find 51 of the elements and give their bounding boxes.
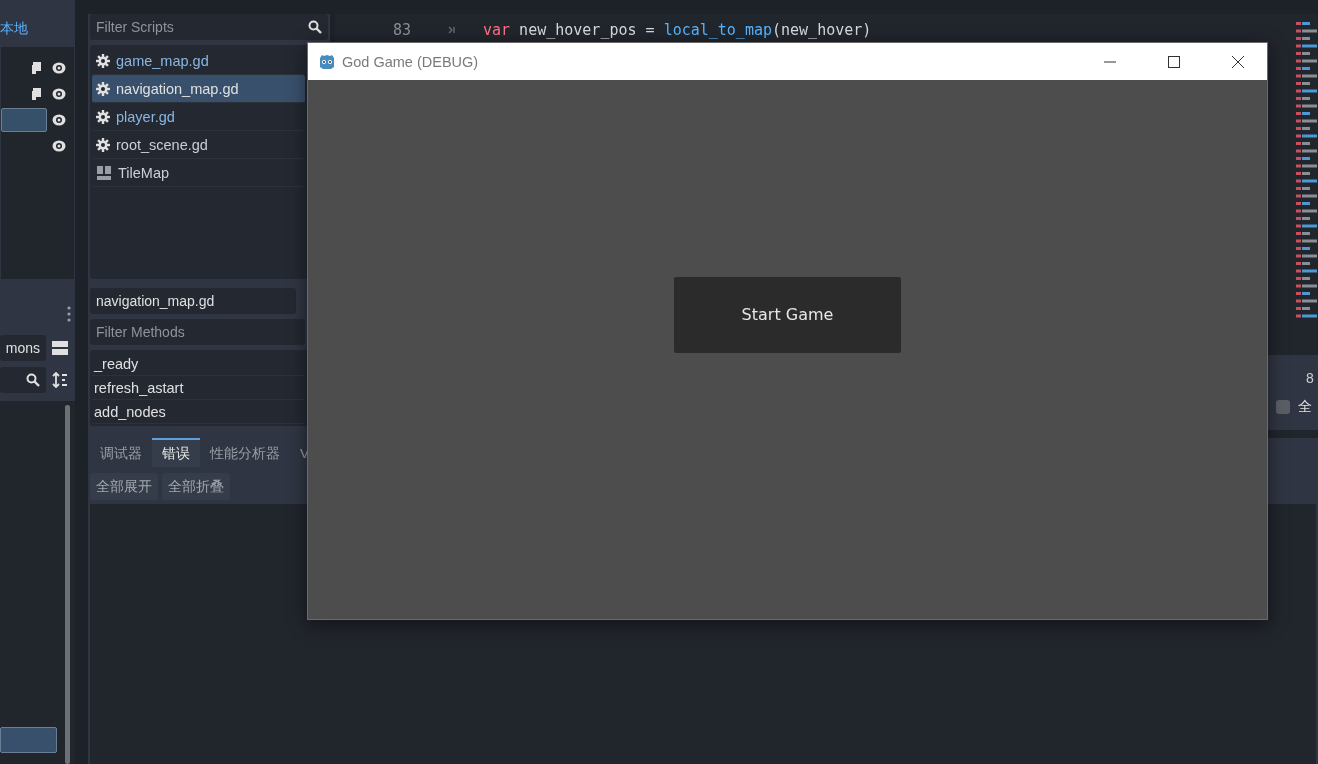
method-list-item[interactable]: add_nodes	[92, 400, 305, 424]
filter-scripts-field[interactable]: Filter Scripts	[90, 14, 328, 40]
maximize-icon	[1168, 55, 1180, 68]
start-game-button[interactable]: Start Game	[674, 276, 901, 353]
script-name: TileMap	[118, 164, 170, 181]
script-name: navigation_map.gd	[116, 80, 239, 97]
fold-arrow-icon	[447, 25, 457, 35]
eye-icon[interactable]	[52, 140, 66, 152]
code-line: var new_hover_pos = local_to_map(new_hover)	[483, 21, 872, 39]
method-list-item[interactable]: _ready	[92, 352, 305, 376]
search-icon[interactable]	[308, 20, 322, 34]
toolbar-button[interactable]: 全部展开	[90, 473, 158, 500]
search-icon[interactable]	[26, 373, 40, 387]
gear-icon	[96, 53, 110, 68]
gear-icon	[96, 137, 110, 152]
close-icon	[1232, 55, 1244, 68]
file-search-field[interactable]	[0, 367, 46, 393]
script-name: player.gd	[116, 108, 175, 125]
script-list-item[interactable]: player.gd	[92, 103, 305, 131]
path-field[interactable]: mons	[0, 335, 46, 361]
scroll-icon[interactable]	[31, 87, 42, 101]
match-count: 8	[1306, 369, 1315, 386]
panel-tab[interactable]: 性能分析器	[200, 438, 290, 467]
local-tab-link[interactable]: 本地	[0, 0, 75, 47]
current-script-field: navigation_map.gd	[90, 288, 296, 314]
gear-icon	[96, 109, 110, 124]
script-list-item[interactable]: navigation_map.gd	[92, 75, 305, 103]
script-name: game_map.gd	[116, 52, 209, 69]
scrollbar[interactable]	[65, 405, 70, 764]
document-icon	[96, 164, 112, 181]
line-number: 83	[391, 21, 411, 39]
script-name: root_scene.gd	[116, 136, 208, 153]
filter-methods-field[interactable]: Filter Methods	[90, 319, 305, 345]
panel-tab[interactable]: 调试器	[90, 438, 152, 467]
option-label: 全	[1298, 397, 1312, 416]
eye-icon[interactable]	[52, 62, 66, 74]
sort-icon[interactable]	[52, 372, 68, 388]
robot-icon	[318, 53, 336, 70]
eye-icon[interactable]	[52, 88, 66, 100]
option-checkbox[interactable]	[1276, 399, 1290, 414]
more-options-icon[interactable]	[67, 306, 71, 322]
gear-icon	[96, 81, 110, 96]
window-title: God Game (DEBUG)	[342, 53, 480, 70]
layout-toggle-icon[interactable]	[52, 340, 68, 356]
toolbar-button[interactable]: 全部折叠	[162, 473, 230, 500]
scroll-icon[interactable]	[31, 61, 42, 75]
script-list-item[interactable]: TileMap	[92, 159, 305, 187]
method-list-item[interactable]: refresh_astart	[92, 376, 305, 400]
eye-icon[interactable]	[52, 114, 66, 126]
script-list-item[interactable]: root_scene.gd	[92, 131, 305, 159]
panel-tab[interactable]: 错误	[152, 438, 200, 467]
